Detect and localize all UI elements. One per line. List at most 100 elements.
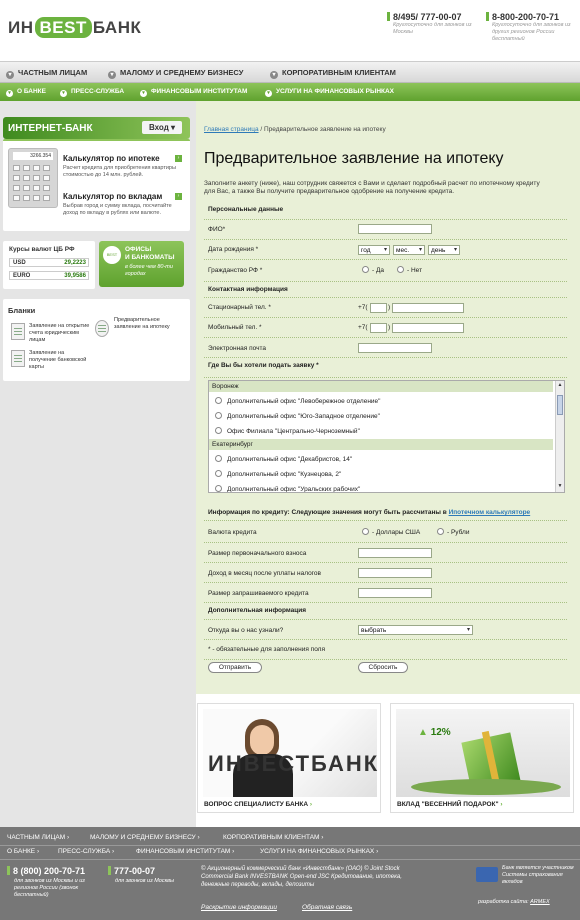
office-list[interactable]: Воронеж Дополнительный офис "Левобережно… <box>208 380 565 493</box>
mortgage-calc-link[interactable]: Калькулятор по ипотеке <box>63 154 160 163</box>
login-label: Вход <box>148 123 169 132</box>
calculator-screen: 3266.354 <box>13 152 53 160</box>
promo-right-caption: ВКЛАД "ВЕСЕННИЙ ПОДАРОК" › <box>397 801 503 808</box>
section-extra-title: Дополнительная информация <box>208 607 307 614</box>
chevron-right-icon[interactable]: › <box>175 193 182 200</box>
office-radio[interactable] <box>215 485 222 492</box>
nav-corporate[interactable]: ▾ КОРПОРАТИВНЫМ КЛИЕНТАМ <box>270 68 396 79</box>
form-card-link[interactable]: Заявление на получение банковской карты <box>29 350 91 371</box>
rate-usd-value: 29,2223 <box>64 260 86 266</box>
promo-left-caption: ВОПРОС СПЕЦИАЛИСТУ БАНКА › <box>204 801 312 808</box>
scroll-up-icon[interactable]: ▲ <box>557 382 563 390</box>
rate-eur: EURO 39,9586 <box>9 271 89 280</box>
source-select[interactable]: выбрать <box>358 625 473 635</box>
promo-right-caption-text: ВКЛАД "ВЕСЕННИЙ ПОДАРОК" <box>397 801 499 808</box>
footer-nav-private[interactable]: ЧАСТНЫМ ЛИЦАМ › <box>7 834 69 841</box>
office-radio[interactable] <box>215 412 222 419</box>
dob-month-select[interactable]: мес. <box>393 245 425 255</box>
office-radio[interactable] <box>215 427 222 434</box>
mobile-phone-code-input[interactable] <box>370 323 387 333</box>
footer-nav-sme[interactable]: МАЛОМУ И СРЕДНЕМУ БИЗНЕСУ › <box>90 834 200 841</box>
office-option[interactable]: Дополнительный офис "Левобережное отделе… <box>215 396 380 405</box>
submit-button[interactable]: Отправить <box>208 662 262 673</box>
footer-nav-press[interactable]: ПРЕСС-СЛУЖБА › <box>58 848 114 855</box>
home-phone-close: ) <box>388 304 391 311</box>
scroll-thumb[interactable] <box>557 395 563 415</box>
rate-eur-value: 39,9586 <box>64 273 86 279</box>
promo-ask-specialist[interactable]: ИНВЕСТБАНК ВОПРОС СПЕЦИАЛИСТУ БАНКА › <box>197 703 381 813</box>
nav-sme[interactable]: ▾ МАЛОМУ И СРЕДНЕМУ БИЗНЕСУ <box>108 68 243 79</box>
mortgage-calc-desc: Расчет кредита для приобретения квартиры… <box>63 165 176 178</box>
office-option[interactable]: Дополнительный офис "Кузнецова, 2" <box>215 469 341 478</box>
footer-dev: разработка сайта: ARMEX <box>478 899 550 905</box>
offices-atms-button[interactable]: BEST ОФИСЫ И БАНКОМАТЫ в более чем 80-ти … <box>99 241 184 287</box>
currency-rub-label: - Рубли <box>447 529 470 536</box>
mortgage-calculator-link[interactable]: Ипотечном калькуляторе <box>449 509 531 516</box>
offices-subtitle: в более чем 80-ти городах <box>125 264 173 277</box>
mortgage-application-form: Персональные данные ФИО* Дата рождения *… <box>204 202 567 682</box>
forms-title: Бланки <box>8 306 36 315</box>
office-option[interactable]: Дополнительный офис "Декабристов, 14" <box>215 454 352 463</box>
nav-press[interactable]: ▾ ПРЕСС-СЛУЖБА <box>60 88 124 97</box>
dob-year-select[interactable]: год <box>358 245 390 255</box>
office-option[interactable]: Офис Филиала "Центрально-Черноземный" <box>215 426 360 435</box>
breadcrumb-current: Предварительное заявление на ипотеку <box>264 126 386 133</box>
dob-day-select[interactable]: день <box>428 245 460 255</box>
footer-nav-markets[interactable]: УСЛУГИ НА ФИНАНСОВЫХ РЫНКАХ › <box>260 848 378 855</box>
promo-spring-deposit[interactable]: ▲ 12% ВКЛАД "ВЕСЕННИЙ ПОДАРОК" › <box>390 703 574 813</box>
mobile-phone-input[interactable] <box>392 323 464 333</box>
home-phone-input[interactable] <box>392 303 464 313</box>
form-account-opening-link[interactable]: Заявление на открытие счета юридическим … <box>29 323 91 344</box>
chevron-down-icon: ▾ <box>6 90 13 97</box>
amount-input[interactable] <box>358 588 432 598</box>
reset-button[interactable]: Сбросить <box>358 662 408 673</box>
footer-feedback-link[interactable]: Обратная связь <box>302 904 352 911</box>
down-payment-input[interactable] <box>358 548 432 558</box>
office-radio[interactable] <box>215 470 222 477</box>
currency-rub-radio[interactable] <box>437 528 444 535</box>
section-contact: Контактная информация <box>204 282 567 298</box>
office-label: Дополнительный офис "Кузнецова, 2" <box>227 471 342 478</box>
citizenship-no-radio[interactable] <box>397 266 404 273</box>
office-label: Дополнительный офис "Декабристов, 14" <box>227 456 353 463</box>
citizenship-yes-label: - Да <box>372 267 384 274</box>
footer-nav-corporate[interactable]: КОРПОРАТИВНЫМ КЛИЕНТАМ › <box>223 834 323 841</box>
citizenship-no-label: - Нет <box>407 267 423 274</box>
currency-usd-radio[interactable] <box>362 528 369 535</box>
office-radio[interactable] <box>215 397 222 404</box>
footer-nav-sme-label: МАЛОМУ И СРЕДНЕМУ БИЗНЕСУ <box>90 834 196 841</box>
footer-nav-fin-inst[interactable]: ФИНАНСОВЫМ ИНСТИТУТАМ › <box>136 848 234 855</box>
office-radio[interactable] <box>215 455 222 462</box>
office-option[interactable]: Дополнительный офис "Уральских рабочих" <box>215 484 360 492</box>
breadcrumb-home[interactable]: Главная страница <box>204 126 259 133</box>
office-list-scrollbar[interactable]: ▲ ▼ <box>555 381 564 492</box>
email-input[interactable] <box>358 343 432 353</box>
footer-phone1: 8 (800) 200-70-71 <box>7 866 85 876</box>
home-phone-code-input[interactable] <box>370 303 387 313</box>
nav-about[interactable]: ▾ О БАНКЕ <box>6 88 46 97</box>
bank-logo[interactable]: ИН BEST БАНК <box>8 17 141 38</box>
nav-markets[interactable]: ▾ УСЛУГИ НА ФИНАНСОВЫХ РЫНКАХ <box>265 88 394 97</box>
footer-dev-link[interactable]: ARMEX <box>530 899 550 905</box>
email-label: Электронная почта <box>208 345 267 352</box>
login-button[interactable]: Вход ▾ <box>142 121 182 134</box>
citizenship-yes-radio[interactable] <box>362 266 369 273</box>
chevron-right-icon[interactable]: › <box>175 155 182 162</box>
deposit-calc-link[interactable]: Калькулятор по вкладам <box>63 192 162 201</box>
chevron-right-icon: › <box>309 801 313 808</box>
income-input[interactable] <box>358 568 432 578</box>
scroll-down-icon[interactable]: ▼ <box>557 483 563 491</box>
form-mortgage-link[interactable]: Предварительное заявление на ипотеку <box>114 317 174 331</box>
footer-dev-label: разработка сайта: <box>478 899 529 905</box>
document-icon <box>11 323 25 340</box>
footer-nav-about[interactable]: О БАНКЕ › <box>7 848 39 855</box>
nav-fin-inst[interactable]: ▾ ФИНАНСОВЫМ ИНСТИТУТАМ <box>140 88 247 97</box>
footer-disclosure-link[interactable]: Раскрытие информации <box>201 904 277 911</box>
currency-label: Валюта кредита <box>208 529 257 536</box>
section-credit-title: Информация по кредиту: Следующие значени… <box>204 505 567 516</box>
office-option[interactable]: Дополнительный офис "Юго-Западное отделе… <box>215 411 380 420</box>
fio-input[interactable] <box>358 224 432 234</box>
nav-private[interactable]: ▾ ЧАСТНЫМ ЛИЦАМ <box>6 68 87 79</box>
required-note: * - обязательные для заполнения поля <box>208 646 325 653</box>
nav-markets-label: УСЛУГИ НА ФИНАНСОВЫХ РЫНКАХ <box>276 88 395 95</box>
